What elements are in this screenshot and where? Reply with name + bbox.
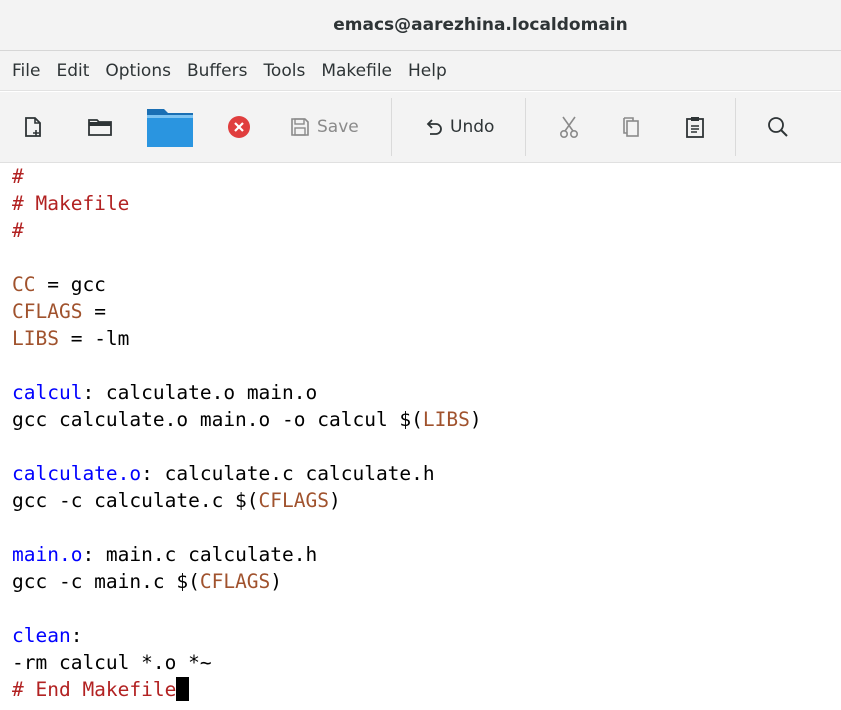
- window-title: emacs@aarezhina.localdomain: [333, 15, 628, 35]
- cut-button[interactable]: [558, 92, 580, 162]
- code-line: #: [12, 165, 24, 188]
- text-cursor: [176, 677, 190, 701]
- search-icon: [768, 117, 788, 137]
- code-line: # Makefile: [12, 192, 130, 215]
- menu-bar: File Edit Options Buffers Tools Makefile…: [0, 51, 841, 91]
- editor-buffer[interactable]: # # Makefile # CC = gcc CFLAGS = LIBS = …: [0, 163, 841, 710]
- code-line: gcc -c calculate.c $(CFLAGS): [12, 489, 341, 512]
- menu-edit[interactable]: Edit: [48, 51, 97, 91]
- new-file-button[interactable]: [22, 92, 44, 162]
- menu-makefile[interactable]: Makefile: [313, 51, 400, 91]
- save-label: Save: [317, 117, 359, 137]
- undo-icon: [426, 119, 442, 135]
- code-line: gcc calculate.o main.o -o calcul $(LIBS): [12, 408, 482, 431]
- toolbar-separator: [735, 98, 736, 156]
- menu-buffers[interactable]: Buffers: [179, 51, 255, 91]
- close-buffer-button[interactable]: [227, 92, 251, 162]
- code-line: main.o: main.c calculate.h: [12, 543, 318, 566]
- menu-file[interactable]: File: [4, 51, 48, 91]
- undo-button[interactable]: Undo: [422, 92, 494, 162]
- scissors-icon: [559, 116, 579, 139]
- title-bar: emacs@aarezhina.localdomain: [0, 0, 841, 51]
- code-line: gcc -c main.c $(CFLAGS): [12, 570, 283, 593]
- code-line: # End Makefile: [12, 676, 190, 703]
- code-line: #: [12, 219, 24, 242]
- code-line: CC = gcc: [12, 273, 106, 296]
- undo-label: Undo: [450, 117, 495, 137]
- open-file-button[interactable]: [87, 92, 113, 162]
- code-line: LIBS = -lm: [12, 327, 130, 350]
- toolbar-separator: [525, 98, 526, 156]
- code-line: clean:: [12, 624, 83, 647]
- copy-icon: [623, 117, 639, 137]
- tool-bar: Save Undo: [0, 92, 841, 163]
- code-line: CFLAGS =: [12, 300, 106, 323]
- clipboard-icon: [686, 117, 704, 138]
- code-line: -rm calcul *.o *~: [12, 651, 212, 674]
- menu-tools[interactable]: Tools: [255, 51, 313, 91]
- dired-button[interactable]: [146, 92, 194, 162]
- copy-button[interactable]: [620, 92, 642, 162]
- new-file-icon: [25, 117, 41, 137]
- menu-help[interactable]: Help: [400, 51, 455, 91]
- toolbar-separator: [391, 98, 392, 156]
- close-circle-icon: [228, 116, 250, 138]
- paste-button[interactable]: [684, 92, 706, 162]
- save-icon: [291, 118, 309, 136]
- code-line: calculate.o: calculate.c calculate.h: [12, 462, 435, 485]
- code-line: calcul: calculate.o main.o: [12, 381, 318, 404]
- folder-icon: [88, 119, 112, 136]
- search-button[interactable]: [766, 92, 790, 162]
- save-button[interactable]: Save: [289, 92, 359, 162]
- folder-blue-icon: [147, 109, 193, 147]
- menu-options[interactable]: Options: [97, 51, 179, 91]
